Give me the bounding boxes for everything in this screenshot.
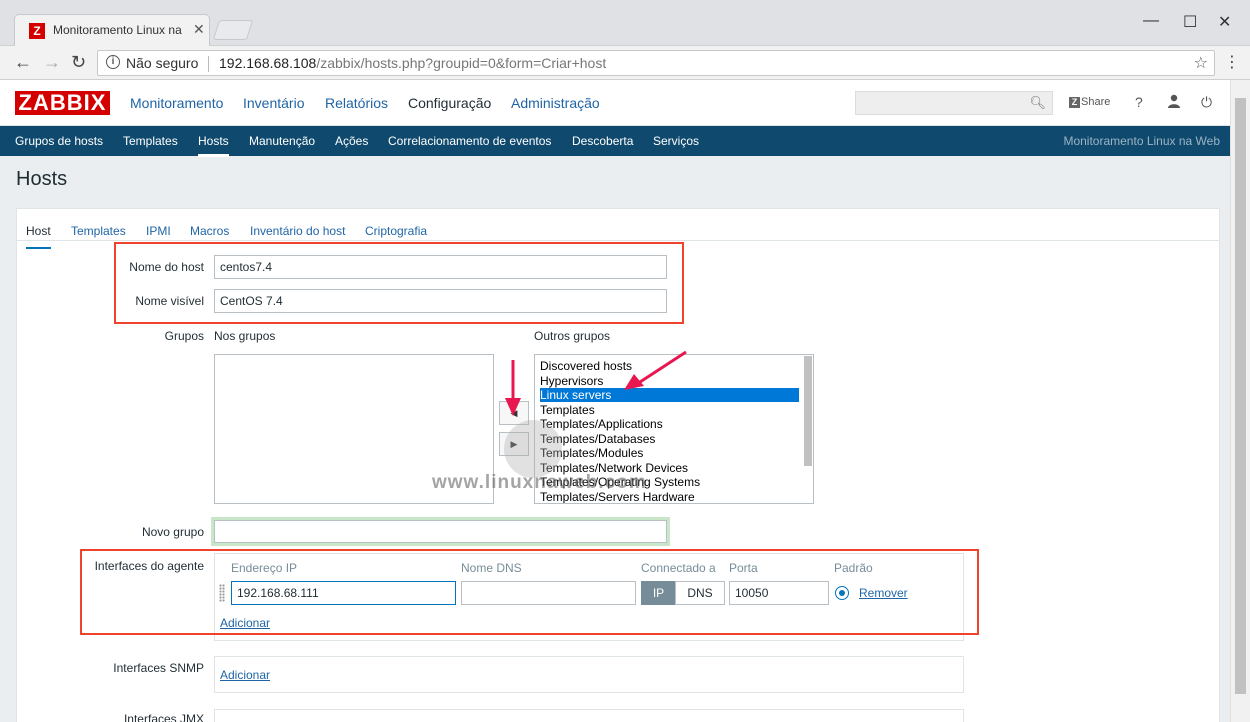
new-tab-button[interactable]	[212, 20, 254, 40]
url-text: 192.168.68.108/zabbix/hosts.php?groupid=…	[219, 55, 606, 71]
url-host: 192.168.68.108	[219, 55, 317, 71]
share-label: Share	[1081, 96, 1111, 108]
reload-icon[interactable]: ↻	[71, 52, 86, 73]
global-search-input[interactable]: 🔍︎	[855, 91, 1053, 115]
tab-close-icon[interactable]: ✕	[193, 21, 205, 38]
share-button[interactable]: Z Share	[1069, 96, 1110, 108]
tab-inventario-do-host[interactable]: Inventário do host	[250, 224, 345, 238]
sign-out-icon[interactable]: ⏻	[1201, 94, 1212, 111]
bookmark-star-icon[interactable]: ☆	[1194, 53, 1208, 73]
other-groups-label: Outros grupos	[534, 329, 611, 343]
nav-monitoramento[interactable]: Monitoramento	[130, 95, 223, 111]
tab-ipmi[interactable]: IPMI	[146, 224, 171, 238]
info-icon[interactable]: i	[106, 55, 120, 69]
minimize-icon[interactable]: —	[1143, 12, 1159, 30]
new-group-input[interactable]	[214, 520, 667, 543]
nav-inventario[interactable]: Inventário	[243, 95, 304, 111]
zabbix-favicon-icon: Z	[29, 23, 45, 39]
subnav-servicos[interactable]: Serviços	[653, 134, 699, 148]
zabbix-header: ZABBIX Monitoramento Inventário Relatóri…	[0, 80, 1230, 126]
watermark-text: www.linuxnaweb.com	[432, 472, 647, 493]
browser-tab[interactable]: Z Monitoramento Linux na ✕	[14, 14, 210, 46]
highlight-box-host-names	[114, 242, 684, 324]
sub-navigation: Grupos de hosts Templates Hosts Manutenç…	[0, 126, 1230, 157]
browser-menu-icon[interactable]: ⋮	[1224, 52, 1240, 72]
window-close-icon[interactable]: ✕	[1218, 12, 1231, 32]
watermark-logo-icon	[504, 420, 562, 478]
jmx-interfaces-box	[214, 709, 964, 722]
nav-relatorios[interactable]: Relatórios	[325, 95, 388, 111]
subnav-acoes[interactable]: Ações	[335, 134, 368, 148]
nav-administracao[interactable]: Administração	[511, 95, 600, 111]
scrollbar-thumb[interactable]	[1235, 98, 1246, 694]
search-icon[interactable]: 🔍︎	[1029, 95, 1046, 111]
group-option[interactable]: Templates	[540, 403, 595, 417]
highlight-box-agent-interfaces	[80, 549, 979, 635]
tab-criptografia[interactable]: Criptografia	[365, 224, 427, 238]
groups-label: Grupos	[164, 329, 204, 343]
subnav-descoberta[interactable]: Descoberta	[572, 134, 633, 148]
address-bar: ← → ↻ i Não seguro 192.168.68.108/zabbix…	[0, 46, 1250, 80]
group-option[interactable]: Hypervisors	[540, 374, 603, 388]
tab-macros[interactable]: Macros	[190, 224, 229, 238]
add-snmp-interface-link[interactable]: Adicionar	[220, 668, 270, 682]
listbox-scrollbar[interactable]	[804, 356, 812, 466]
forward-icon[interactable]: →	[43, 52, 61, 73]
user-profile-icon[interactable]	[1167, 94, 1181, 111]
url-path: /zabbix/hosts.php?groupid=0&form=Criar+h…	[316, 55, 607, 71]
group-option[interactable]: Templates/Applications	[540, 417, 663, 431]
snmp-interfaces-label: Interfaces SNMP	[113, 661, 204, 675]
server-name-label: Monitoramento Linux na Web	[1063, 134, 1220, 148]
subnav-grupos-de-hosts[interactable]: Grupos de hosts	[15, 134, 103, 148]
in-groups-label: Nos grupos	[214, 329, 276, 343]
browser-tab-title: Monitoramento Linux na	[53, 23, 182, 37]
url-field[interactable]: i Não seguro 192.168.68.108/zabbix/hosts…	[97, 50, 1215, 76]
subnav-templates[interactable]: Templates	[123, 134, 178, 148]
url-separator	[208, 56, 209, 72]
subnav-hosts[interactable]: Hosts	[198, 134, 229, 157]
jmx-interfaces-label: Interfaces JMX	[123, 712, 204, 722]
help-icon[interactable]: ?	[1135, 94, 1143, 110]
tab-templates[interactable]: Templates	[71, 224, 126, 238]
share-icon: Z	[1069, 97, 1080, 108]
maximize-icon[interactable]: ☐	[1183, 12, 1197, 32]
subnav-manutencao[interactable]: Manutenção	[249, 134, 315, 148]
new-group-label: Novo grupo	[141, 525, 204, 539]
page-title: Hosts	[16, 168, 68, 190]
page-scrollbar[interactable]	[1230, 80, 1250, 722]
tab-host[interactable]: Host	[26, 224, 51, 249]
browser-tab-strip: Z Monitoramento Linux na ✕ — ☐ ✕	[0, 0, 1250, 46]
zabbix-logo[interactable]: ZABBIX	[15, 91, 110, 115]
tab-divider	[17, 240, 1219, 241]
snmp-interfaces-box	[214, 656, 964, 693]
subnav-correlacionamento[interactable]: Correlacionamento de eventos	[388, 134, 551, 148]
group-option[interactable]: Discovered hosts	[540, 359, 632, 373]
nav-configuracao[interactable]: Configuração	[408, 95, 491, 111]
security-label: Não seguro	[126, 55, 199, 71]
back-icon[interactable]: ←	[14, 52, 32, 73]
group-option-selected[interactable]: Linux servers	[540, 388, 799, 402]
new-group-focus-ring	[211, 517, 670, 546]
